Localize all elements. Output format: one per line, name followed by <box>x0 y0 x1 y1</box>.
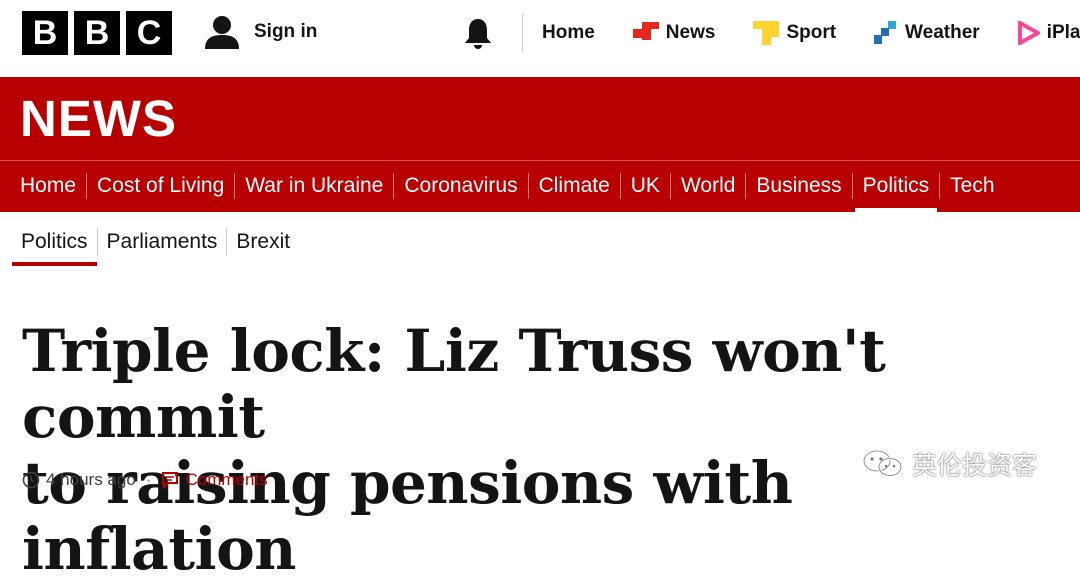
category-tech[interactable]: Tech <box>940 160 1004 212</box>
header-divider <box>522 14 523 52</box>
category-home[interactable]: Home <box>10 160 86 212</box>
top-nav-home[interactable]: Home <box>542 22 595 44</box>
top-nav-sport[interactable]: Sport <box>753 21 836 45</box>
top-nav-home-label: Home <box>542 22 595 43</box>
top-nav-weather-label: Weather <box>905 22 980 43</box>
bbc-logo-letter: C <box>126 11 172 55</box>
published-time: 4 hours ago <box>46 470 136 489</box>
subnav-parliaments[interactable]: Parliaments <box>98 224 227 260</box>
user-icon <box>205 16 239 49</box>
article-meta: 4 hours ago · Comments <box>22 470 268 490</box>
bbc-logo-letter: B <box>22 11 68 55</box>
subnav-brexit[interactable]: Brexit <box>227 224 299 260</box>
watermark: 英伦投资客 <box>862 446 1037 482</box>
top-nav-sport-label: Sport <box>786 22 837 43</box>
category-politics[interactable]: Politics <box>853 160 940 212</box>
top-nav-iplayer-label: iPlaye <box>1046 22 1080 43</box>
sub-nav: Politics Parliaments Brexit <box>12 222 299 266</box>
meta-separator: · <box>145 470 152 489</box>
news-section-title[interactable]: NEWS <box>20 89 177 149</box>
sport-icon <box>753 21 780 45</box>
news-icon <box>632 22 659 40</box>
comments-icon[interactable] <box>161 471 179 489</box>
sign-in-button[interactable]: Sign in <box>204 14 317 50</box>
headline-line-1: Triple lock: Liz Truss won't commit <box>22 317 886 451</box>
top-nav-news[interactable]: News <box>632 22 716 44</box>
category-cost-of-living[interactable]: Cost of Living <box>87 160 234 212</box>
category-nav: Home Cost of Living War in Ukraine Coron… <box>10 160 1005 212</box>
weather-icon <box>874 21 897 44</box>
category-war-in-ukraine[interactable]: War in Ukraine <box>235 160 393 212</box>
bbc-logo-letter: B <box>74 11 120 55</box>
subnav-politics[interactable]: Politics <box>12 224 97 266</box>
watermark-text: 英伦投资客 <box>912 452 1038 480</box>
notifications-bell-icon[interactable] <box>462 17 494 56</box>
top-nav-weather[interactable]: Weather <box>874 21 980 45</box>
category-world[interactable]: World <box>671 160 745 212</box>
top-nav-news-label: News <box>665 22 716 43</box>
category-uk[interactable]: UK <box>621 160 670 212</box>
category-climate[interactable]: Climate <box>529 160 620 212</box>
sign-in-label: Sign in <box>254 21 318 42</box>
top-nav: Home News Sport Weather iPlaye <box>542 0 1080 66</box>
clock-icon <box>22 471 40 489</box>
comments-link[interactable]: Comments <box>185 470 267 490</box>
bbc-logo[interactable]: B B C <box>22 11 172 55</box>
top-nav-iplayer[interactable]: iPlaye <box>1017 21 1080 45</box>
category-business[interactable]: Business <box>746 160 851 212</box>
iplayer-icon <box>1017 21 1040 45</box>
category-coronavirus[interactable]: Coronavirus <box>394 160 527 212</box>
wechat-icon <box>862 449 903 477</box>
